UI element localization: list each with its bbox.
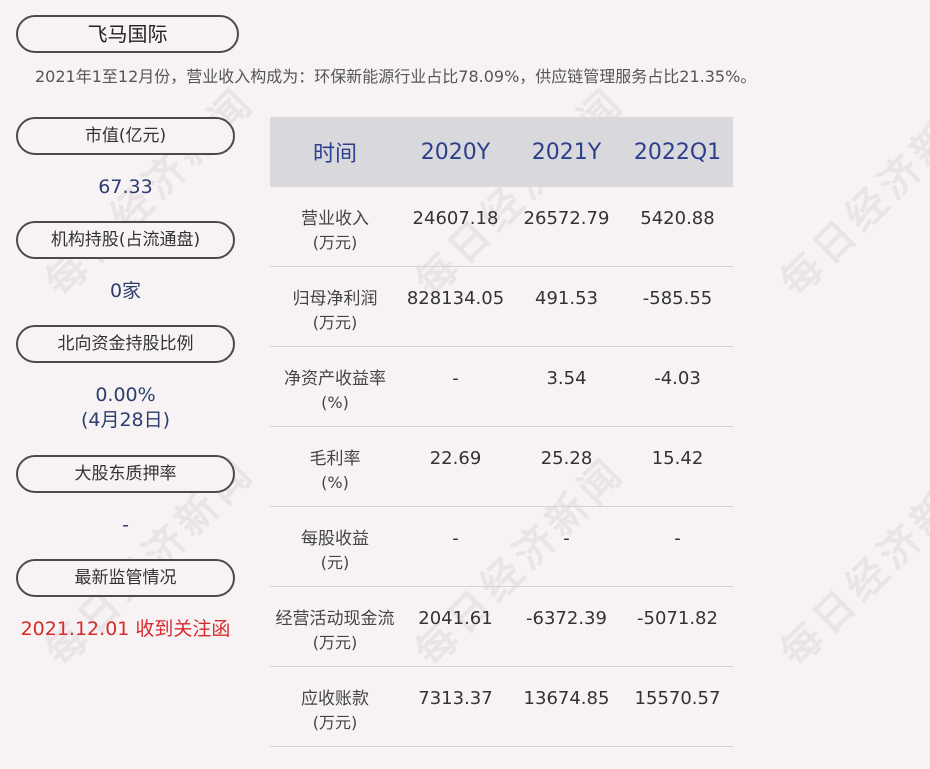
watermark: 每日经济新闻 xyxy=(771,77,930,306)
regulation-value: 2021.12.01 收到关注函 xyxy=(20,618,231,640)
row-label: 营业收入 xyxy=(301,209,369,229)
header-2021y: 2021Y xyxy=(531,139,602,165)
northbound-ratio-date: (4月28日) xyxy=(80,409,171,431)
table-row: 应收账款 (万元) 7313.37 13674.85 15570.57 xyxy=(270,667,733,747)
table-cell: 25.28 xyxy=(540,448,593,469)
table-cell: 5420.88 xyxy=(640,208,715,229)
institution-holding-label: 机构持股(占流通盘) xyxy=(16,221,235,259)
pledge-ratio-label: 大股东质押率 xyxy=(16,455,235,493)
row-label: 经营活动现金流 xyxy=(275,609,395,629)
table-cell: - xyxy=(563,528,570,549)
row-unit: (万元) xyxy=(312,233,358,252)
table-cell: 2041.61 xyxy=(418,608,493,629)
table-cell: 7313.37 xyxy=(418,688,493,709)
table-cell: 13674.85 xyxy=(523,688,610,709)
row-label: 归母净利润 xyxy=(292,289,378,309)
table-cell: -5071.82 xyxy=(637,608,718,629)
market-cap-label: 市值(亿元) xyxy=(16,117,235,155)
table-cell: 15.42 xyxy=(651,448,704,469)
table-row: 毛利率 (%) 22.69 25.28 15.42 xyxy=(270,427,733,507)
row-unit: (万元) xyxy=(312,313,358,332)
table-row: 净资产收益率 (%) - 3.54 -4.03 xyxy=(270,347,733,427)
table-cell: -4.03 xyxy=(654,368,701,389)
table-cell: -6372.39 xyxy=(526,608,607,629)
table-cell: - xyxy=(452,368,459,389)
table-cell: -585.55 xyxy=(642,288,713,309)
table-cell: 828134.05 xyxy=(406,288,505,309)
table-cell: 3.54 xyxy=(546,368,587,389)
table-cell: - xyxy=(674,528,681,549)
table-cell: 24607.18 xyxy=(412,208,499,229)
company-name-pill: 飞马国际 xyxy=(16,15,239,53)
financial-table: 时间 2020Y 2021Y 2022Q1 营业收入 (万元) 24607.18 … xyxy=(270,117,733,747)
row-unit: (%) xyxy=(321,473,349,492)
row-label: 毛利率 xyxy=(309,449,361,469)
row-unit: (万元) xyxy=(312,633,358,652)
row-label: 每股收益 xyxy=(301,529,369,549)
row-unit: (元) xyxy=(320,553,350,572)
table-header: 时间 2020Y 2021Y 2022Q1 xyxy=(270,117,733,187)
watermark: 每日经济新闻 xyxy=(771,447,930,676)
table-cell: 15570.57 xyxy=(634,688,721,709)
header-2020y: 2020Y xyxy=(420,139,491,165)
row-label: 净资产收益率 xyxy=(284,369,386,389)
market-cap-value: 67.33 xyxy=(98,176,153,198)
pledge-ratio-value: - xyxy=(122,514,129,536)
table-cell: 491.53 xyxy=(535,288,598,309)
institution-holding-value: 0家 xyxy=(109,280,142,302)
row-label: 应收账款 xyxy=(301,689,369,709)
table-row: 归母净利润 (万元) 828134.05 491.53 -585.55 xyxy=(270,267,733,347)
northbound-ratio-label: 北向资金持股比例 xyxy=(16,325,235,363)
row-unit: (万元) xyxy=(312,713,358,732)
header-period: 时间 xyxy=(312,142,357,167)
table-cell: 22.69 xyxy=(429,448,482,469)
regulation-label: 最新监管情况 xyxy=(16,559,235,597)
table-row: 营业收入 (万元) 24607.18 26572.79 5420.88 xyxy=(270,187,733,267)
table-cell: 26572.79 xyxy=(523,208,610,229)
header-2022q1: 2022Q1 xyxy=(633,139,722,165)
northbound-ratio-value: 0.00% xyxy=(95,384,156,406)
table-row: 每股收益 (元) - - - xyxy=(270,507,733,587)
table-cell: - xyxy=(452,528,459,549)
table-row: 经营活动现金流 (万元) 2041.61 -6372.39 -5071.82 xyxy=(270,587,733,667)
revenue-summary: 2021年1至12月份，营业收入构成为：环保新能源行业占比78.09%，供应链管… xyxy=(35,67,757,86)
row-unit: (%) xyxy=(321,393,349,412)
